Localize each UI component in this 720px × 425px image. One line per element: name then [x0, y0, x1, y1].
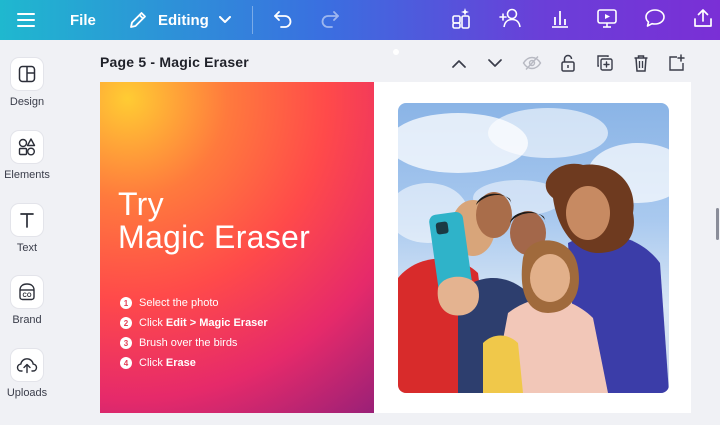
lock-icon[interactable]: [557, 52, 579, 74]
steps-list[interactable]: 1 Select the photo 2 Click Edit > Magic …: [120, 293, 268, 373]
chevron-up-icon[interactable]: [448, 52, 470, 74]
step-item: 2 Click Edit > Magic Eraser: [120, 313, 268, 333]
step-item: 3 Brush over the birds: [120, 333, 268, 353]
menu-icon[interactable]: [14, 8, 38, 32]
duplicate-page-icon[interactable]: [594, 52, 616, 74]
step-number: 3: [120, 337, 132, 349]
sidebar-item-brand[interactable]: CO Brand: [0, 276, 54, 326]
export-icon[interactable]: [690, 5, 716, 31]
trash-icon[interactable]: [630, 52, 652, 74]
left-sidebar: Design Elements Text CO Brand Uploads: [0, 40, 54, 425]
insights-icon[interactable]: [546, 5, 572, 31]
sidebar-item-label: Brand: [12, 314, 42, 326]
sidebar-item-label: Text: [16, 242, 38, 254]
step-text: Select the photo: [139, 297, 219, 309]
elements-icon: [11, 131, 43, 163]
step-text: Click: [139, 317, 163, 329]
step-bold-text: Edit > Magic Eraser: [165, 317, 268, 329]
share-people-icon[interactable]: [497, 5, 525, 31]
present-icon[interactable]: [594, 5, 620, 31]
sidebar-item-label: Uploads: [6, 387, 48, 399]
top-toolbar: File Editing: [0, 0, 720, 40]
editing-label: Editing: [158, 11, 209, 29]
comment-icon[interactable]: [642, 5, 668, 31]
editing-mode-button[interactable]: Editing: [128, 6, 231, 34]
page-title[interactable]: Page 5 - Magic Eraser: [100, 54, 249, 70]
design-icon: [11, 58, 43, 90]
slide-title-line2: Magic Eraser: [118, 219, 311, 255]
svg-text:CO: CO: [23, 293, 32, 299]
sidebar-item-design[interactable]: Design: [0, 58, 54, 108]
step-item: 1 Select the photo: [120, 293, 268, 313]
text-icon: [11, 204, 43, 236]
chevron-down-icon[interactable]: [484, 52, 506, 74]
slide-title-line1: Try: [118, 186, 164, 222]
page-indicator-dot: [393, 49, 399, 55]
step-item: 4 Click Erase: [120, 353, 268, 373]
step-number: 2: [120, 317, 132, 329]
brand-icon: CO: [11, 276, 43, 308]
cloud-upload-icon: [11, 349, 43, 381]
step-text: Click: [139, 357, 163, 369]
step-text: Brush over the birds: [139, 337, 238, 349]
design-canvas[interactable]: Try Magic Eraser 1 Select the photo 2 Cl…: [100, 82, 691, 413]
step-number: 4: [120, 357, 132, 369]
sidebar-item-label: Design: [9, 96, 45, 108]
sidebar-item-uploads[interactable]: Uploads: [0, 349, 54, 399]
vertical-scrollbar[interactable]: [716, 208, 719, 240]
group-selfie-photo[interactable]: [398, 103, 669, 393]
hide-page-icon[interactable]: [521, 52, 543, 74]
step-bold-text: Erase: [165, 357, 196, 369]
slide-title[interactable]: Try Magic Eraser: [118, 188, 310, 254]
redo-icon[interactable]: [317, 6, 343, 32]
step-number: 1: [120, 297, 132, 309]
undo-icon[interactable]: [270, 6, 296, 32]
sidebar-item-elements[interactable]: Elements: [0, 131, 54, 181]
sidebar-item-label: Elements: [4, 169, 50, 181]
add-page-icon[interactable]: [666, 52, 688, 74]
pencil-icon: [128, 10, 148, 30]
toolbar-divider: [252, 6, 253, 34]
gradient-panel[interactable]: Try Magic Eraser 1 Select the photo 2 Cl…: [100, 82, 374, 413]
sidebar-item-text[interactable]: Text: [0, 204, 54, 254]
chevron-down-icon: [218, 16, 231, 24]
magic-apps-icon[interactable]: [448, 5, 474, 31]
file-menu-button[interactable]: File: [70, 8, 96, 32]
